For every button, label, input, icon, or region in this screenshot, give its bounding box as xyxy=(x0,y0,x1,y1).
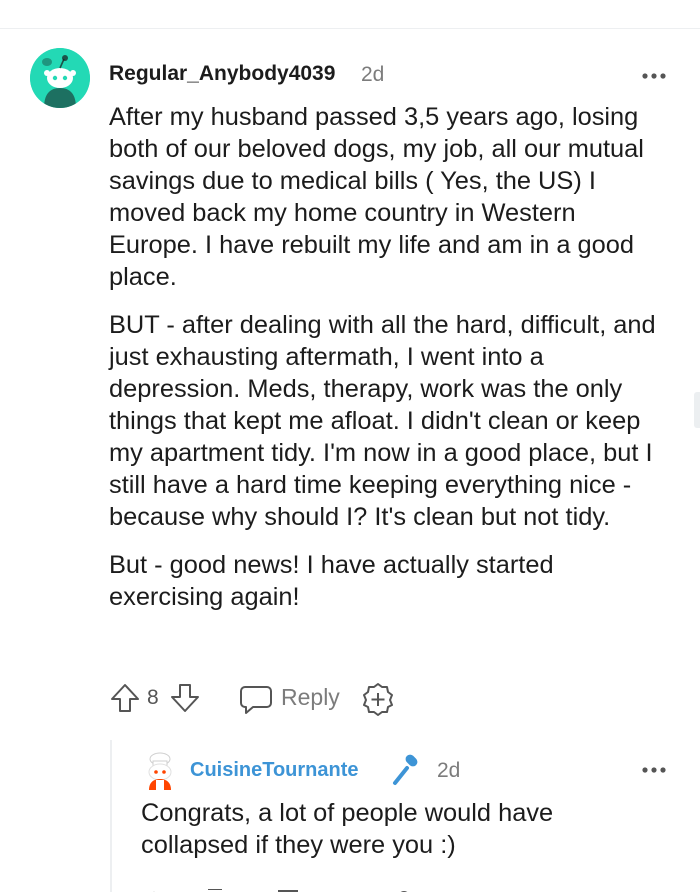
reply-actions-partial xyxy=(140,884,440,892)
snoo-avatar-icon xyxy=(30,48,90,108)
reply-icon[interactable] xyxy=(239,683,273,715)
reply-button[interactable]: Reply xyxy=(281,684,340,711)
comment-author[interactable]: Regular_Anybody4039 xyxy=(109,62,335,86)
user-avatar[interactable] xyxy=(30,48,90,108)
comment-paragraph: But - good news! I have actually started… xyxy=(109,551,554,611)
microphone-icon xyxy=(390,752,424,788)
thread-line[interactable] xyxy=(110,740,112,892)
add-award-icon[interactable] xyxy=(361,682,395,716)
reply-timestamp: 2d xyxy=(437,759,461,782)
downvote-icon[interactable] xyxy=(169,682,201,714)
more-options-icon[interactable] xyxy=(640,66,668,86)
chef-snoo-avatar-icon xyxy=(148,752,172,790)
reply-author[interactable]: CuisineTournante xyxy=(190,759,359,782)
comment-paragraph: BUT - after dealing with all the hard, d… xyxy=(109,311,656,531)
comment-body: After my husband passed 3,5 years ago, l… xyxy=(109,101,669,629)
top-divider xyxy=(0,28,700,29)
comment-actions: 8 Reply xyxy=(109,680,509,716)
comment-timestamp: 2d xyxy=(361,63,385,86)
upvote-icon[interactable] xyxy=(109,682,141,714)
more-options-icon[interactable] xyxy=(640,760,668,780)
reply-body: Congrats, a lot of people would have col… xyxy=(141,799,554,859)
comment-paragraph: After my husband passed 3,5 years ago, l… xyxy=(109,103,644,291)
scroll-handle[interactable] xyxy=(694,392,700,428)
vote-count: 8 xyxy=(147,686,159,709)
comment-thread-page: Regular_Anybody4039 2d After my husband … xyxy=(0,0,700,892)
reply-avatar[interactable] xyxy=(142,752,178,790)
